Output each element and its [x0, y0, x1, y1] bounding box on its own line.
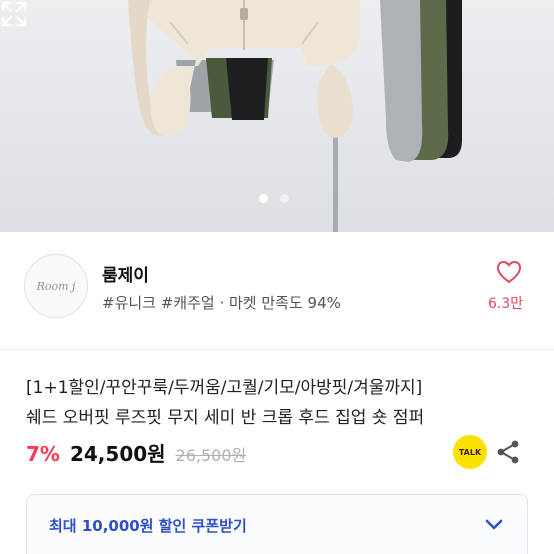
kakaotalk-label: TALK [458, 447, 482, 457]
shop-info-row[interactable]: Room j 룸제이 #유니크 #캐주얼 · 마켓 만족도 94% 6.3만 [0, 232, 554, 350]
shop-logo[interactable]: Room j [24, 254, 88, 318]
product-title-line-1: [1+1할인/꾸안꾸룩/두꺼움/고퀄/기모/아방핏/겨울까지] [26, 378, 423, 398]
original-price: 26,500원 [175, 446, 247, 465]
shop-tags: #유니크 #캐주얼 · 마켓 만족도 94% [102, 294, 341, 312]
chevron-down-icon[interactable] [483, 513, 505, 535]
shop-name[interactable]: 룸제이 [102, 261, 149, 286]
carousel-dot-active[interactable] [259, 194, 268, 203]
product-title-line-2: 쉐드 오버핏 루즈핏 무지 세미 반 크롭 후드 집업 숏 점퍼 [26, 408, 425, 428]
shop-logo-text: Room j [36, 279, 76, 293]
heart-icon[interactable] [496, 260, 522, 284]
kakaotalk-button[interactable]: TALK [453, 435, 487, 469]
carousel-indicator [259, 194, 289, 203]
sale-price: 24,500원 [69, 442, 166, 466]
coupon-download-bar[interactable]: 최대 10,000원 할인 쿠폰받기 [26, 494, 528, 554]
discount-rate: 7% [26, 442, 60, 466]
fullscreen-expand-icon[interactable] [0, 0, 28, 28]
product-image-carousel[interactable] [0, 0, 554, 232]
like-count: 6.3만 [488, 296, 524, 312]
carousel-dot[interactable] [280, 194, 289, 203]
coupon-label: 최대 10,000원 할인 쿠폰받기 [49, 517, 247, 535]
price-row: 7% 24,500원 26,500원 [26, 438, 246, 468]
share-icon[interactable] [495, 439, 521, 465]
